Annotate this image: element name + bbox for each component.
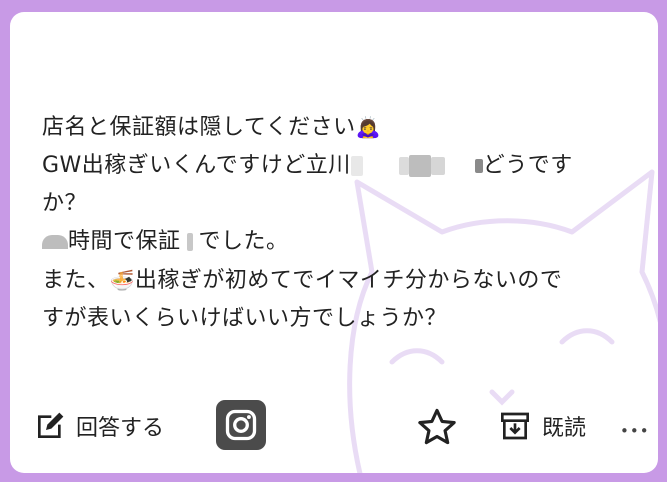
redaction [42, 235, 68, 249]
redaction [398, 157, 409, 175]
message-line-5: また、🍜出稼ぎが初めてでイマイチ分からないので [42, 268, 563, 293]
redaction [474, 159, 483, 173]
message-line-2: GW出稼ぎいくんですけど立川 どうです [42, 153, 573, 178]
star-icon [418, 408, 456, 445]
ramen-emoji-icon: 🍜 [109, 268, 135, 292]
message-line-3: か？ [42, 191, 88, 216]
instagram-share-button[interactable] [216, 400, 266, 450]
redaction [430, 157, 445, 175]
edit-icon [38, 412, 64, 438]
question-card: 店名と保証額は隠してください🙇‍♀️ GW出稼ぎいくんですけど立川 どうです か？… [10, 12, 658, 473]
girl-emoji-icon: 🙇‍♀️ [355, 115, 382, 139]
answer-button[interactable]: 回答する [34, 410, 164, 442]
action-bar: 回答する 既読 ••• [10, 398, 658, 456]
favorite-button[interactable] [415, 406, 459, 448]
message-line-1: 店名と保証額は隠してください🙇‍♀️ [42, 115, 382, 140]
instagram-icon [225, 409, 257, 441]
archive-button-label: 既読 [542, 416, 587, 441]
message-line-4: 時間で保証 でした。 [42, 223, 632, 261]
redaction [408, 155, 431, 177]
archive-icon [501, 412, 529, 440]
archive-button[interactable]: 既読 [498, 410, 586, 442]
question-text: 店名と保証額は隠してください🙇‍♀️ GW出稼ぎいくんですけど立川 どうです か？… [42, 108, 632, 338]
redaction [186, 233, 193, 251]
answer-button-label: 回答する [76, 416, 165, 441]
more-button[interactable]: ••• [620, 422, 650, 440]
message-line-6: すが表いくらいけばいい方でしょうか？ [42, 306, 448, 331]
redaction [350, 156, 363, 176]
more-icon: ••• [620, 422, 650, 440]
